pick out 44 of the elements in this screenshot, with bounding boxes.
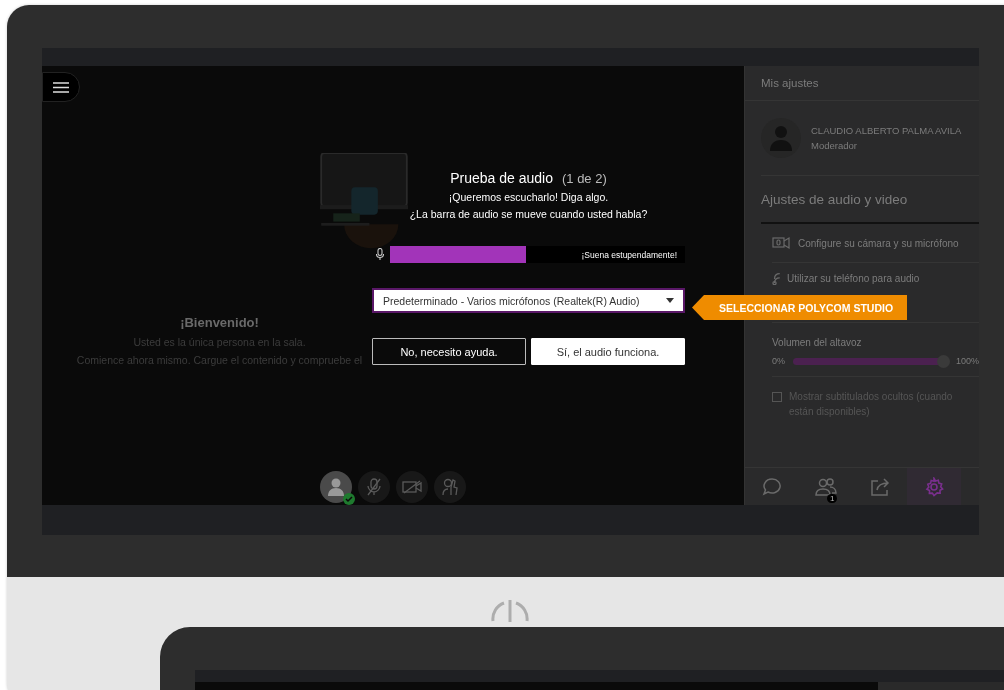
microphone-off-icon: [367, 478, 381, 496]
volume-min-label: 0%: [772, 356, 785, 366]
welcome-title: ¡Bienvenido!: [179, 315, 260, 330]
share-icon: [870, 477, 890, 496]
slider-thumb[interactable]: [937, 354, 951, 368]
raise-hand-button[interactable]: [434, 471, 466, 503]
avatar-icon: [328, 478, 344, 496]
chat-icon: [762, 476, 782, 497]
menu-icon: [53, 81, 69, 93]
microphone-icon: [376, 248, 384, 261]
dialog-instruction: ¿La barra de audio se mueve cuando usted habla?: [408, 208, 649, 220]
microphone-button[interactable]: [358, 471, 390, 503]
instruction-callout: SELECCIONAR POLYCOM STUDIO: [692, 295, 908, 320]
camera-off-icon: [402, 480, 422, 494]
audio-level-reading: ¡Suena estupendamente!: [581, 249, 678, 260]
user-name: CLAUDIO ALBERTO PALMA AVILA: [811, 125, 962, 136]
profile-button[interactable]: [320, 471, 352, 503]
captions-checkbox[interactable]: [772, 392, 782, 402]
count-badge: 1: [827, 494, 838, 503]
people-tab[interactable]: 1: [799, 468, 853, 505]
camera-microphone-icon: [772, 236, 790, 250]
confirm-button[interactable]: Sí, el audio funciona.: [531, 338, 685, 365]
section-heading: Ajustes de audio y video: [761, 176, 979, 224]
people-icon: [815, 476, 837, 497]
volume-label: Volumen del altavoz: [772, 337, 863, 348]
settings-tab[interactable]: [907, 468, 961, 505]
hand-icon: [442, 478, 458, 496]
caret-icon: [666, 298, 674, 303]
volume-max-label: 100%: [955, 356, 979, 366]
panel-title: Mis ajustes: [745, 66, 979, 101]
dialog-instruction: ¡Queremos escucharlo! Diga algo.: [447, 191, 610, 203]
avatar-icon: [761, 118, 801, 158]
microphone-select[interactable]: Predeterminado - Varios micrófonos (Realtek(R) Audio): [372, 288, 685, 313]
settings-link[interactable]: Utilizar su teléfono para audio: [787, 273, 920, 284]
phone-signal-icon: [772, 273, 781, 285]
settings-link[interactable]: Configure su cámara y su micrófono: [798, 237, 959, 249]
settings-icon: [924, 476, 944, 497]
help-button[interactable]: No, necesito ayuda.: [372, 338, 526, 365]
power-icon: [490, 599, 530, 622]
menu-button[interactable]: [42, 72, 80, 102]
camera-button[interactable]: [396, 471, 428, 503]
step-counter: (1 de 2): [561, 171, 607, 186]
user-role: Moderador: [811, 140, 858, 151]
dialog-title: Prueba de audio: [450, 170, 553, 186]
